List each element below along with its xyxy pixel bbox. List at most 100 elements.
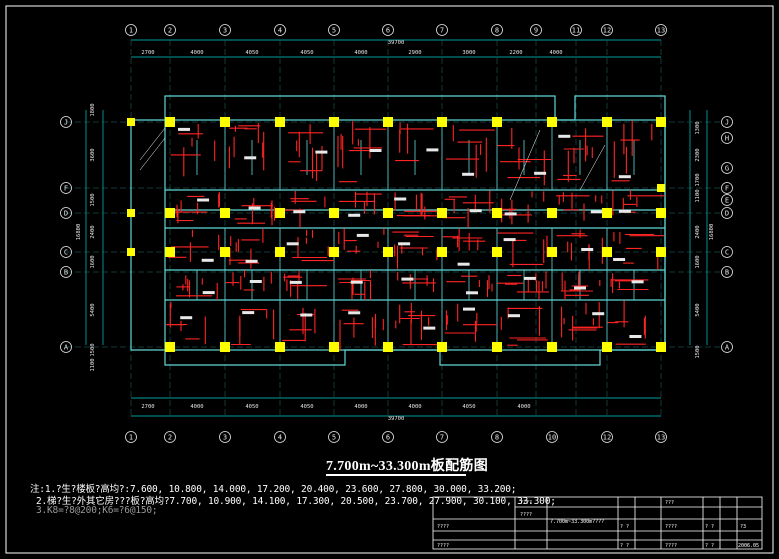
rebar-label-mark [348,311,361,315]
rebar-label-mark [178,127,190,131]
column [165,247,175,257]
rebar-label-mark [534,171,547,175]
rebar-label-mark [348,213,361,217]
rebar-label-mark [457,262,470,266]
rebar-label-mark [242,311,255,315]
column [656,117,666,127]
tb-r3-c1: ???? [437,543,449,549]
axis-bottom-10-label: 13 [657,434,665,442]
rebar-label-mark [508,314,520,318]
column [383,247,393,257]
dim-bottom-2: 4050 [245,404,258,410]
rebar-label-mark [245,259,258,263]
note-line-3: 3.K8=?8@200;K6=?6@150; [36,505,158,516]
axis-top-11-label: 13 [657,27,665,35]
axis-left-5-label: A [64,344,69,352]
axis-right-7-label: B [725,269,729,277]
column [165,208,175,218]
axis-right-1-label: H [725,135,729,143]
rebar-label-mark [462,172,475,176]
rebar-label-mark [613,258,626,261]
axis-right-5-label: D [725,210,729,218]
rebar-label-mark [244,156,257,160]
rebar-label-mark [469,209,482,213]
column [492,247,502,257]
axis-top-5-label: 6 [386,27,390,35]
column [220,117,230,127]
rebar-label-mark [286,242,299,246]
rebar-layer [166,120,665,350]
dim-top-7: 2200 [509,50,522,56]
dim-right-4: 2400 [695,225,701,238]
dim-top-3: 4050 [300,50,313,56]
column [329,208,339,218]
dim-left-0: 1800 [90,103,96,116]
column [220,247,230,257]
rebar-label-mark [197,198,210,202]
column [437,208,447,218]
axis-top-3-label: 4 [278,27,282,35]
column [275,247,285,257]
dim-top-4: 4000 [354,50,367,56]
dim-left-4: 1600 [90,255,96,268]
axis-top-4-label: 5 [332,27,336,35]
dim-left-1: 3600 [90,148,96,161]
column [656,342,666,352]
axis-right-2-label: G [725,165,729,173]
rebar-label-mark [249,280,262,283]
rebar-label-mark [369,149,382,152]
rebar-label-mark [631,280,644,284]
axis-left-3-label: C [64,249,68,257]
axis-right-3-label: F [725,185,729,193]
axis-bottom-3-label: 4 [278,434,282,442]
tb-r3-c3: ???? [665,543,677,549]
rebar-label-mark [289,280,302,284]
title-underline [326,474,466,476]
rebar-label-mark [504,212,517,216]
column [437,117,447,127]
tb-r3-c5: 2006.05 [738,543,759,549]
rebar-label-mark [574,286,586,290]
tb-r1-c3: ???? [520,512,532,518]
column [127,209,135,217]
rebar-label-mark [202,291,215,295]
axis-bottom-7-label: 8 [495,434,499,442]
axis-top-8-label: 9 [534,27,538,35]
dim-bottom-6: 4050 [462,404,475,410]
dim-right-6: 5400 [695,303,701,316]
axis-bottom-2-label: 3 [223,434,227,442]
column [602,117,612,127]
dim-left-5: 5400 [90,303,96,316]
column [547,208,557,218]
rebar-label-mark [426,148,439,152]
axis-right-8-label: A [725,344,730,352]
axis-left-0-label: J [64,119,68,127]
column [220,208,230,218]
tb-r2-c4: ???? [665,524,677,530]
rebar-label-mark [394,197,407,201]
tb-r2-c2: 7.700m~33.300m???? [550,519,604,525]
column [383,117,393,127]
rebar-label-mark [356,233,369,237]
tb-r2-c6: ?3 [740,524,746,530]
column [547,342,557,352]
dim-bottom-4: 4000 [354,404,367,410]
dim-bottom-total: 39700 [388,416,405,422]
tb-r3-c4: ? ? [705,543,714,549]
axis-right-0-label: J [725,119,729,127]
column [656,247,666,257]
column [437,342,447,352]
dim-left-2: 1500 [90,193,96,206]
dim-bottom-7: 4000 [517,404,530,410]
rebar-label-mark [463,307,475,311]
dim-left-total: 16800 [76,224,82,241]
axis-bubbles-left: J F D C B A [60,116,72,353]
dim-top-0: 2700 [141,50,154,56]
rebar-label-mark [350,280,363,284]
column [127,248,135,256]
rebar-label-mark [503,238,516,242]
axis-bottom-8-label: 10 [548,434,556,442]
dim-top-2: 4050 [245,50,258,56]
rebar-label-mark [590,210,603,214]
axis-top-7-label: 8 [495,27,499,35]
